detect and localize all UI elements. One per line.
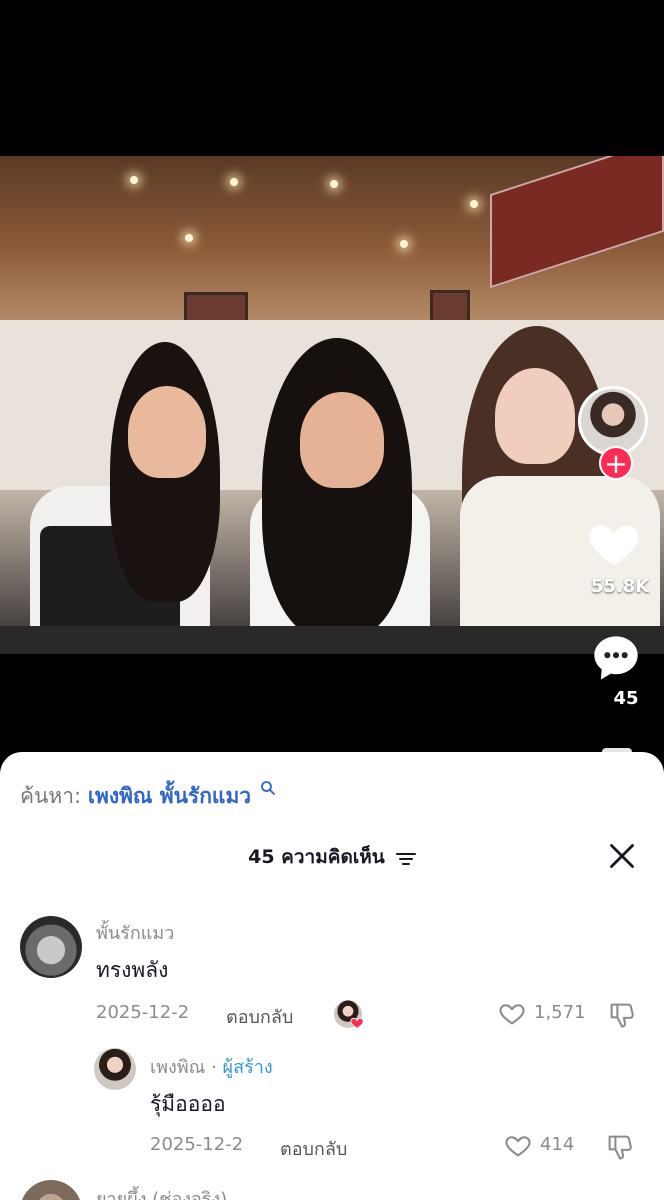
like-count: 1,571 — [534, 1002, 586, 1023]
close-icon[interactable] — [608, 842, 636, 870]
reply-username-text: เพงพิณ — [150, 1057, 206, 1078]
comment-item: ยายผึ้ง (ช่องจริง) — [0, 1180, 664, 1200]
search-term[interactable]: เพงพิณ พั้นรักแมว — [88, 784, 251, 808]
ceiling-light — [130, 176, 138, 184]
search-prefix: ค้นหา: — [20, 784, 82, 808]
like-heart-icon[interactable] — [498, 1000, 526, 1028]
reply-text: รุ้มืออออ — [150, 1092, 226, 1116]
separator-dot: · — [205, 1057, 223, 1078]
person-middle-face — [300, 392, 384, 488]
like-heart-icon[interactable] — [504, 1132, 532, 1160]
like-count: 55.8K — [590, 576, 650, 597]
person-left-face — [128, 386, 206, 478]
like-count: 414 — [540, 1134, 575, 1155]
heart-icon[interactable] — [586, 516, 642, 572]
search-suggestion[interactable]: ค้นหา: เพงพิณ พั้นรักแมว — [20, 780, 276, 813]
person-middle-hair — [262, 338, 412, 638]
reply-button[interactable]: ตอบกลับ — [280, 1134, 347, 1163]
reply-date: 2025-12-2 — [150, 1134, 244, 1155]
ceiling-light — [185, 234, 193, 242]
follow-button[interactable]: + — [599, 446, 633, 480]
reply-item: เพงพิณ · ผู้สร้าง รุ้มืออออ 2025-12-2 ตอ… — [0, 1048, 664, 1168]
reply-username[interactable]: เพงพิณ · ผู้สร้าง — [150, 1052, 273, 1081]
search-icon — [260, 781, 275, 795]
dislike-icon[interactable] — [606, 1132, 634, 1162]
filter-icon[interactable] — [395, 851, 416, 867]
ceiling-light — [230, 178, 238, 186]
ceiling-light — [330, 180, 338, 188]
comment-username[interactable]: พั้นรักแมว — [96, 918, 174, 947]
avatar[interactable] — [20, 1180, 82, 1200]
comment-item: พั้นรักแมว ทรงพลัง 2025-12-2 ตอบกลับ 1,5… — [0, 916, 664, 1036]
person-right-face — [495, 368, 575, 464]
table — [0, 626, 664, 654]
comment-username[interactable]: ยายผึ้ง (ช่องจริง) — [96, 1184, 227, 1200]
ceiling-light — [470, 200, 478, 208]
ceiling-light — [400, 240, 408, 248]
comments-header: 45 ความคิดเห็น — [0, 842, 664, 872]
creator-tag: ผู้สร้าง — [222, 1057, 273, 1078]
reply-button[interactable]: ตอบกลับ — [226, 1002, 293, 1031]
comment-date: 2025-12-2 — [96, 1002, 190, 1023]
price-board — [490, 156, 664, 289]
avatar[interactable] — [20, 916, 82, 978]
avatar[interactable] — [94, 1048, 136, 1090]
comments-sheet: ค้นหา: เพงพิณ พั้นรักแมว 45 ความคิดเห็น … — [0, 752, 664, 1200]
video-player[interactable]: + 55.8K 45 — [0, 0, 664, 760]
comment-text: ทรงพลัง — [96, 958, 169, 982]
comment-count-title: 45 ความคิดเห็น — [248, 846, 385, 868]
dislike-icon[interactable] — [608, 1000, 636, 1030]
creator-heart-icon — [350, 1017, 364, 1029]
comment-count: 45 — [613, 688, 639, 709]
comment-icon[interactable] — [590, 632, 642, 684]
